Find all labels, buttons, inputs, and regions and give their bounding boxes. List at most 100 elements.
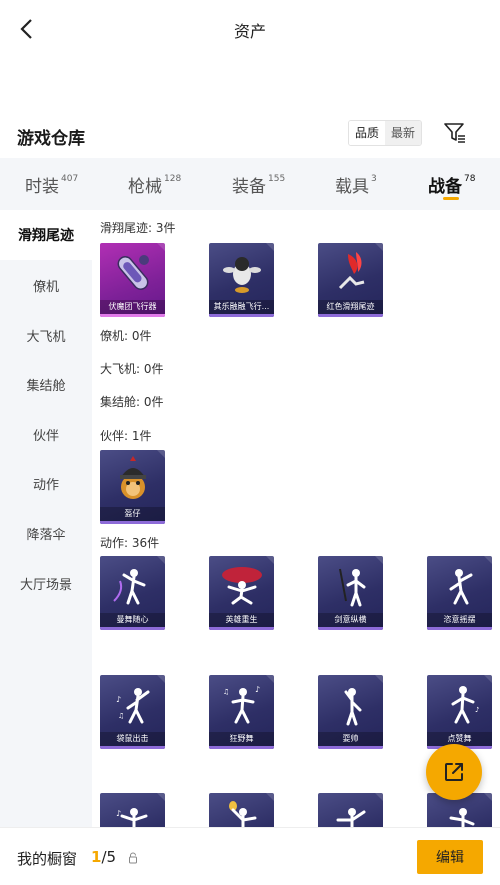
- card-corner: [157, 556, 165, 564]
- tab-count: 128: [164, 174, 182, 185]
- rarity-stripe: [209, 746, 274, 749]
- item-card[interactable]: [318, 793, 383, 830]
- svg-text:♫: ♫: [223, 688, 229, 696]
- tab-count: 407: [61, 174, 79, 185]
- tab-equipment[interactable]: 装备 155: [232, 172, 285, 197]
- item-grid: 滑翔尾迹: 3件 伏魔团飞行器 其乐融融飞行... 红色滑翔尾迹 僚机: 0件 …: [92, 210, 500, 830]
- page-title: 资产: [233, 22, 266, 41]
- edit-button[interactable]: 编辑: [417, 840, 483, 874]
- item-artwork: [209, 793, 274, 830]
- item-artwork: [318, 556, 383, 616]
- card-corner: [375, 556, 383, 564]
- section-header: 游戏仓库: [0, 112, 500, 156]
- item-card[interactable]: 盔仔: [100, 450, 165, 524]
- sort-quality-button[interactable]: 品质: [349, 121, 386, 145]
- item-artwork: [100, 450, 165, 510]
- item-card[interactable]: 耍帅: [318, 675, 383, 749]
- item-name: 盔仔: [100, 507, 165, 521]
- tab-label: 时装: [25, 177, 59, 197]
- sidebar-item-lobby-scene[interactable]: 大厅场景: [0, 558, 92, 608]
- item-name: 曼舞随心: [100, 613, 165, 627]
- rarity-stripe: [318, 627, 383, 630]
- card-corner: [266, 243, 274, 251]
- sidebar-item-pod[interactable]: 集结舱: [0, 359, 92, 409]
- item-artwork: [318, 243, 383, 303]
- tab-label: 枪械: [128, 177, 162, 197]
- item-name: 狂野舞: [209, 732, 274, 746]
- svg-text:♫: ♫: [118, 712, 124, 720]
- sidebar-item-plane[interactable]: 大飞机: [0, 310, 92, 360]
- item-artwork: [209, 556, 274, 616]
- rarity-stripe: [209, 627, 274, 630]
- item-card[interactable]: 曼舞随心: [100, 556, 165, 630]
- sort-latest-button[interactable]: 最新: [385, 121, 422, 145]
- card-corner: [375, 793, 383, 801]
- item-artwork: [100, 243, 165, 303]
- tab-fashion[interactable]: 时装 407: [25, 172, 78, 197]
- sidebar-item-wingman[interactable]: 僚机: [0, 260, 92, 310]
- item-card[interactable]: ♪ ♫ 狂野舞: [209, 675, 274, 749]
- filter-icon: [444, 123, 465, 143]
- svg-text:♪: ♪: [116, 809, 121, 818]
- item-card[interactable]: 伏魔团飞行器: [100, 243, 165, 317]
- card-corner: [484, 556, 492, 564]
- item-artwork: ♪ ♫: [209, 675, 274, 735]
- showcase-total: /5: [101, 848, 117, 866]
- group-label-pod: 集结舱: 0件: [100, 395, 164, 409]
- item-name: 伏魔团飞行器: [100, 300, 165, 314]
- item-card[interactable]: 红色滑翔尾迹: [318, 243, 383, 317]
- item-card[interactable]: ♪ ♫ 袋鼠出击: [100, 675, 165, 749]
- item-card[interactable]: 剑意纵横: [318, 556, 383, 630]
- item-card[interactable]: ♪: [100, 793, 165, 830]
- item-artwork: [100, 556, 165, 616]
- item-card[interactable]: 其乐融融飞行...: [209, 243, 274, 317]
- tab-weapons[interactable]: 枪械 128: [128, 172, 181, 197]
- item-artwork: ♪ ♫: [100, 675, 165, 735]
- item-card[interactable]: [209, 793, 274, 830]
- group-label-wingman: 僚机: 0件: [100, 329, 152, 343]
- card-corner: [157, 675, 165, 683]
- sidebar-item-emote[interactable]: 动作: [0, 458, 92, 508]
- item-name: 耍帅: [318, 732, 383, 746]
- tab-count: 3: [371, 174, 377, 185]
- showcase-count: 1/5: [91, 848, 116, 866]
- sidebar-item-glide-trail[interactable]: 滑翔尾迹: [0, 210, 92, 260]
- svg-text:♪: ♪: [475, 706, 479, 714]
- item-card[interactable]: 英雄重生: [209, 556, 274, 630]
- item-name: 恣意摇摆: [427, 613, 492, 627]
- tab-label: 装备: [232, 177, 266, 197]
- item-artwork: [209, 243, 274, 303]
- group-label-trail: 滑翔尾迹: 3件: [100, 221, 176, 235]
- group-label-partner: 伙伴: 1件: [100, 429, 152, 443]
- card-corner: [375, 243, 383, 251]
- rarity-stripe: [100, 746, 165, 749]
- item-name: 红色滑翔尾迹: [318, 300, 383, 314]
- section-title: 游戏仓库: [17, 129, 85, 149]
- item-card[interactable]: ♪ 点赞舞: [427, 675, 492, 749]
- tab-battle-gear[interactable]: 战备 78: [428, 172, 475, 197]
- tab-count: 155: [268, 174, 286, 185]
- tab-vehicles[interactable]: 载具 3: [335, 172, 377, 197]
- sidebar-item-parachute[interactable]: 降落伞: [0, 508, 92, 558]
- tab-label: 战备: [428, 177, 462, 197]
- svg-text:♪: ♪: [255, 685, 260, 694]
- card-corner: [266, 675, 274, 683]
- tab-label: 载具: [335, 177, 369, 197]
- filter-button[interactable]: [443, 121, 467, 145]
- item-name: 英雄重生: [209, 613, 274, 627]
- card-corner: [484, 675, 492, 683]
- share-button[interactable]: [426, 744, 482, 800]
- item-artwork: [318, 675, 383, 735]
- card-corner: [266, 556, 274, 564]
- card-corner: [484, 793, 492, 801]
- sidebar: 滑翔尾迹 僚机 大飞机 集结舱 伙伴 动作 降落伞 大厅场景: [0, 210, 92, 830]
- sidebar-item-partner[interactable]: 伙伴: [0, 409, 92, 459]
- tab-count: 78: [464, 174, 476, 185]
- rarity-stripe: [100, 314, 165, 317]
- card-corner: [375, 675, 383, 683]
- showcase-current: 1: [91, 848, 102, 866]
- rarity-stripe: [100, 521, 165, 524]
- showcase-label: 我的橱窗: [17, 850, 78, 868]
- rarity-stripe: [209, 314, 274, 317]
- item-card[interactable]: 恣意摇摆: [427, 556, 492, 630]
